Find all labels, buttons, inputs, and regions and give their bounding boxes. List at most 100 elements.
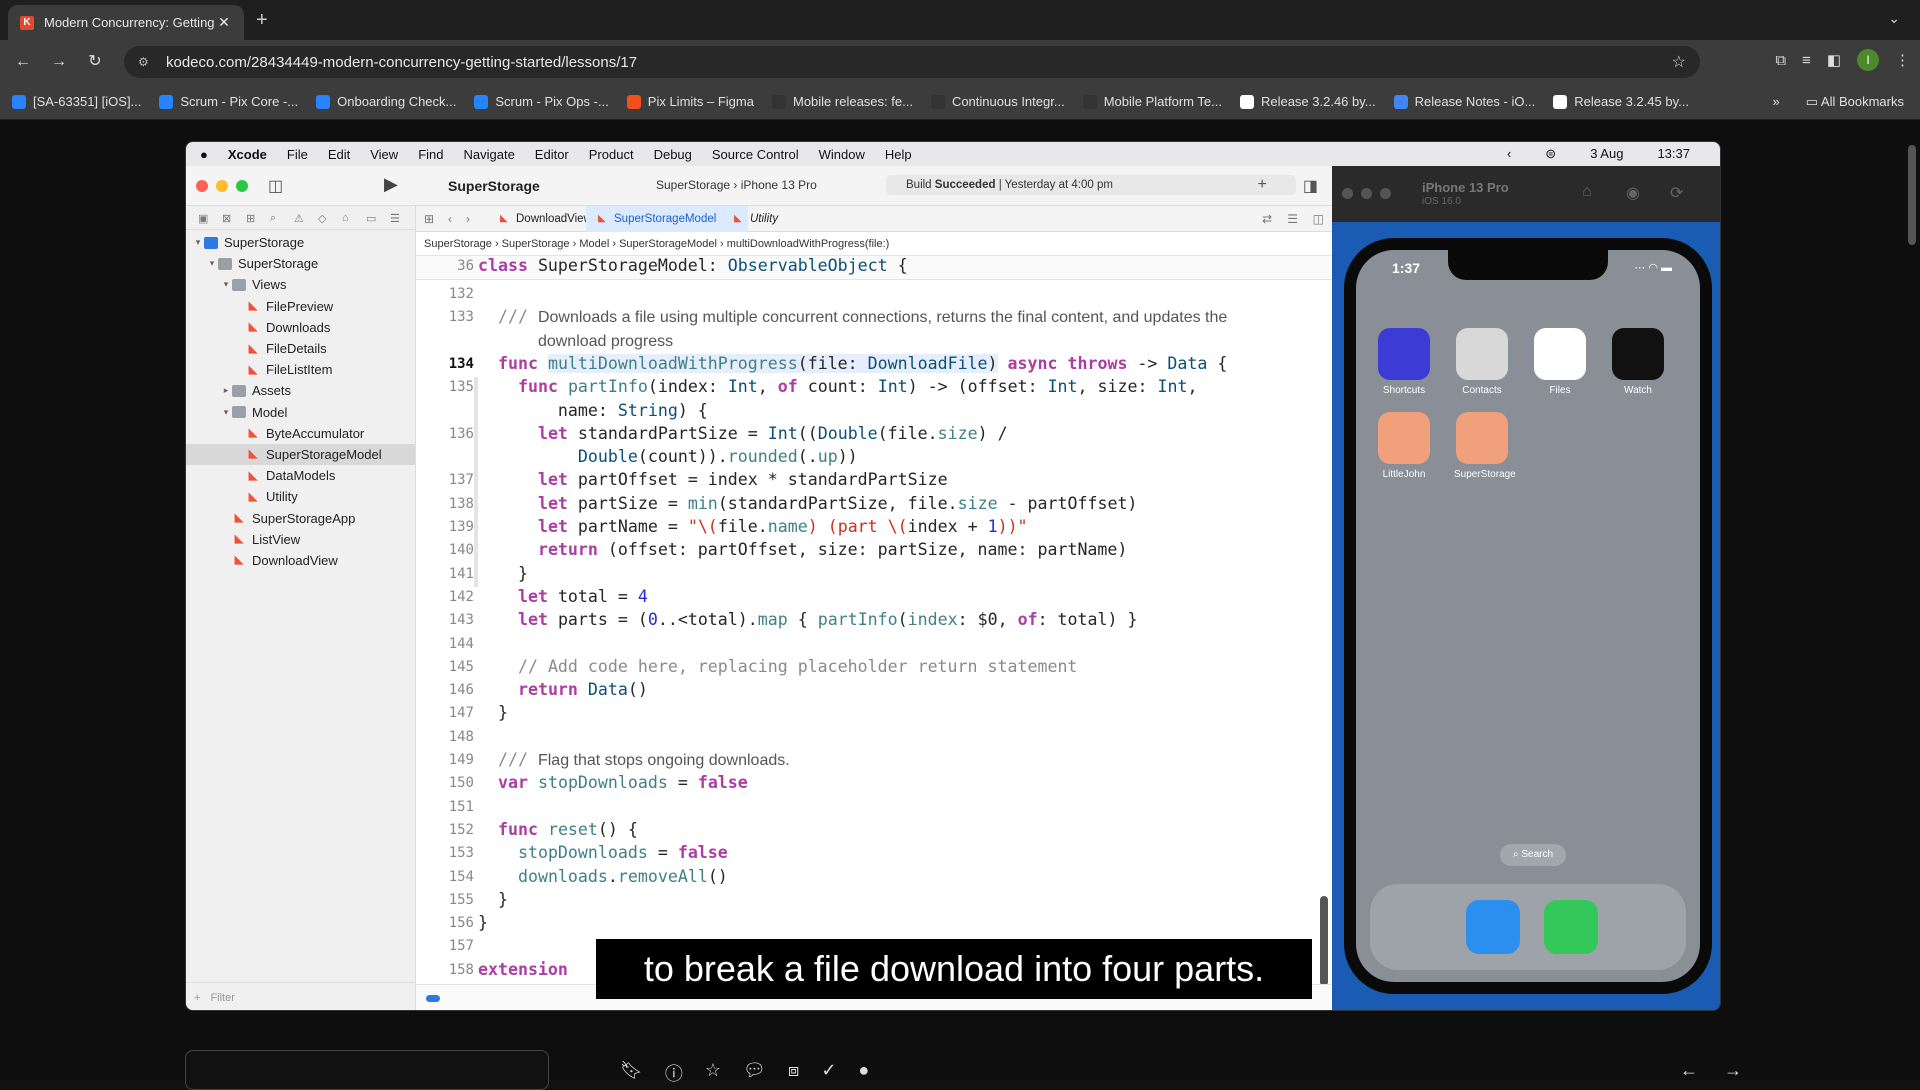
tab-search-icon[interactable]: ⌄ (1888, 10, 1900, 27)
code-line[interactable]: extension (478, 960, 568, 979)
code-line[interactable]: name: String) { (478, 401, 708, 420)
code-line[interactable]: let total = 4 (478, 587, 648, 606)
menu-file[interactable]: File (287, 147, 308, 162)
bookmark-item[interactable]: Release Notes - iO... (1393, 94, 1535, 109)
split-editor-icon[interactable]: ◫ (1313, 212, 1324, 226)
disclosure-icon[interactable]: ▸ (220, 385, 232, 396)
nav-back-icon[interactable]: ‹ (448, 212, 452, 226)
menu-source-control[interactable]: Source Control (712, 147, 799, 162)
breadcrumb-item[interactable]: › Model (570, 238, 610, 250)
run-icon[interactable]: ▶ (384, 174, 398, 195)
editor-options-icon[interactable]: ☰ (1287, 212, 1298, 226)
close-window-icon[interactable] (196, 179, 208, 192)
back-icon[interactable]: ← (10, 49, 36, 75)
messages-app-icon[interactable] (1544, 900, 1598, 954)
filter-field[interactable]: Filter (210, 992, 234, 1004)
sim-min-icon[interactable] (1361, 188, 1372, 199)
code-line[interactable]: downloads.removeAll() (478, 867, 728, 886)
code-line[interactable]: Double(count)).rounded(.up)) (478, 447, 858, 466)
menu-view[interactable]: View (370, 147, 398, 162)
code-line[interactable]: let standardPartSize = Int((Double(file.… (478, 424, 1008, 443)
home-search-button[interactable]: ⌕ Search (1500, 844, 1566, 866)
navigator-item[interactable]: ◣ Utility (186, 486, 415, 507)
issue-icon[interactable]: ⚠ (294, 212, 306, 225)
add-file-icon[interactable]: + (194, 992, 200, 1004)
code-line[interactable]: return Data() (478, 680, 648, 699)
menu-help[interactable]: Help (885, 147, 912, 162)
reload-icon[interactable]: ↻ (82, 49, 108, 75)
bookmark-star-icon[interactable]: ☆ (1672, 52, 1686, 72)
editor-scrollbar[interactable] (1320, 896, 1328, 986)
app-icon[interactable]: Watch (1610, 328, 1666, 396)
forward-icon[interactable]: → (46, 49, 72, 75)
folder-icon[interactable]: ▣ (198, 212, 210, 225)
zoom-window-icon[interactable] (236, 179, 248, 192)
navigator-item[interactable]: ◣ ListView (186, 529, 415, 550)
add-icon[interactable]: + (1258, 176, 1267, 196)
menu-debug[interactable]: Debug (654, 147, 692, 162)
menu-product[interactable]: Product (589, 147, 634, 162)
control-center-icon[interactable]: ⊜ (1545, 146, 1556, 162)
breakpoints-toggle-icon[interactable] (426, 995, 440, 1002)
breakpoint-icon[interactable]: ▭ (366, 212, 378, 225)
more-bookmarks-icon[interactable]: » (1773, 94, 1780, 110)
page-scrollbar[interactable] (1908, 145, 1916, 245)
sim-close-icon[interactable] (1342, 188, 1353, 199)
code-line[interactable]: let partOffset = index * standardPartSiz… (478, 470, 948, 489)
code-line[interactable]: func multiDownloadWithProgress(file: Dow… (478, 353, 1227, 373)
debug-icon[interactable]: ⌂ (342, 212, 354, 224)
code-line[interactable]: let parts = (0..<total).map { partInfo(i… (478, 610, 1138, 629)
breadcrumb-item[interactable]: SuperStorage (424, 238, 492, 250)
github-icon[interactable]: ● (858, 1060, 869, 1086)
home-icon[interactable]: ⌂ (1582, 183, 1592, 201)
menu-edit[interactable]: Edit (328, 147, 350, 162)
minimize-window-icon[interactable] (216, 179, 228, 192)
bookmark-item[interactable]: Mobile Platform Te... (1082, 94, 1222, 109)
code-line[interactable]: } (478, 890, 508, 909)
navigator-item[interactable]: ◣ FileListItem (186, 359, 415, 380)
prev-lesson-icon[interactable]: ← (1680, 1060, 1698, 1081)
navigator-item[interactable]: ▾ Model (186, 402, 415, 423)
sidebar-toggle-icon[interactable]: ◫ (268, 176, 283, 196)
bookmark-item[interactable]: Onboarding Check... (316, 94, 456, 109)
app-icon[interactable]: LittleJohn (1376, 412, 1432, 480)
code-line[interactable]: let partSize = min(standardPartSize, fil… (478, 494, 1137, 513)
close-tab-icon[interactable]: ✕ (216, 14, 232, 31)
bookmark-icon[interactable]: 🔖︎ (620, 1060, 643, 1086)
code-line[interactable]: } (478, 703, 508, 722)
site-info-icon[interactable]: ⚙ (138, 55, 154, 69)
code-line[interactable]: stopDownloads = false (478, 843, 728, 862)
code-line[interactable]: /// Downloads a file using multiple conc… (478, 307, 1227, 327)
breadcrumb-item[interactable]: › SuperStorageModel (609, 238, 717, 250)
comment-icon[interactable]: 💬︎ (743, 1060, 766, 1086)
menubar-chevron-icon[interactable]: ‹ (1507, 146, 1511, 162)
navigator-item[interactable]: ◣ FilePreview (186, 296, 415, 317)
profile-avatar[interactable]: I (1857, 49, 1879, 71)
extensions-icon[interactable]: ⧉ (1775, 52, 1786, 69)
home-screen[interactable]: 1:37 ⋯ ◠ ▬ ⌕ Search Shortcuts Contacts Fil… (1356, 250, 1700, 982)
scheme-selector[interactable]: SuperStorage › iPhone 13 Pro (656, 178, 817, 192)
media-icon[interactable]: ≡ (1802, 52, 1811, 69)
menu-app[interactable]: Xcode (228, 147, 267, 162)
complete-icon[interactable]: ✓ (821, 1060, 836, 1086)
menu-editor[interactable]: Editor (535, 147, 569, 162)
code-line[interactable]: // Add code here, replacing placeholder … (478, 657, 1077, 676)
new-tab-icon[interactable]: + (256, 9, 268, 32)
side-panel-icon[interactable]: ◧ (1827, 51, 1841, 69)
screenshot-icon[interactable]: ◉ (1626, 183, 1640, 203)
video-frame[interactable]: ● Xcode File Edit View Find Navigate Editor Pr… (185, 141, 1721, 1011)
navigator-item[interactable]: ▾ Views (186, 274, 415, 295)
safari-app-icon[interactable] (1466, 900, 1520, 954)
navigator-item[interactable]: ◣ SuperStorageModel (186, 443, 415, 466)
menu-navigate[interactable]: Navigate (463, 147, 514, 162)
address-bar[interactable]: ⚙ kodeco.com/28434449-modern-concurrency… (124, 46, 1700, 78)
navigator-item[interactable]: ◣ SuperStorageApp (186, 507, 415, 528)
nav-forward-icon[interactable]: › (466, 212, 470, 226)
navigator-item[interactable]: ▾ SuperStorage (186, 253, 415, 274)
code-line[interactable]: func partInfo(index: Int, of count: Int)… (478, 377, 1198, 396)
app-icon[interactable]: Shortcuts (1376, 328, 1432, 396)
editor-tab[interactable]: ◣ Utility (722, 206, 818, 232)
bookmark-item[interactable]: Release 3.2.45 by... (1553, 94, 1689, 109)
fold-ribbon[interactable] (474, 377, 478, 587)
disclosure-icon[interactable]: ▾ (220, 407, 232, 418)
